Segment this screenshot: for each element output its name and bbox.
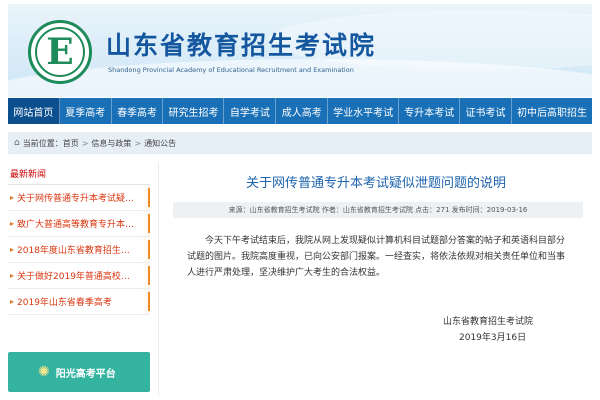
news-item-label: 关于网传普通专升本考试疑似泄题问题的说明 [17, 194, 135, 204]
sidebar: 最新新闻 ▸ 关于网传普通专升本考试疑似泄题问题的说明 ▸ 致广大普通高等教育专… [8, 162, 150, 396]
news-item-label: 关于做好2019年普通高校招生 [17, 272, 136, 282]
item-accent-bar [148, 188, 150, 207]
nav-item-proficiency-exam[interactable]: 学业水平考试 [328, 98, 400, 124]
bullet-arrow-icon: ▸ [10, 193, 15, 202]
bullet-arrow-icon: ▸ [10, 219, 15, 228]
signature-date: 2019年3月16日 [459, 333, 527, 343]
sunshine-platform-label: 阳光高考平台 [55, 368, 116, 380]
news-item-label: 致广大普通高等教育专升本考生的一封信 [17, 220, 135, 230]
news-list: ▸ 关于网传普通专升本考试疑似泄题问题的说明 ▸ 致广大普通高等教育专升本考生的… [8, 185, 150, 315]
main-nav: 网站首页 夏季高考 春季高考 研究生招考 自学考试 成人高考 学业水平考试 专升… [8, 98, 592, 124]
news-item[interactable]: ▸ 关于网传普通专升本考试疑似泄题问题的说明 [8, 185, 150, 211]
nav-item-certificate-exam[interactable]: 证书考试 [460, 98, 512, 124]
breadcrumb-link-policy[interactable]: 信息与政策 [91, 138, 131, 149]
news-item[interactable]: ▸ 关于做好2019年普通高校招生 [8, 263, 150, 289]
breadcrumb-link-notices[interactable]: 通知公告 [144, 138, 176, 149]
news-item[interactable]: ▸ 2018年度山东省教育招生考试院 [8, 237, 150, 263]
news-item[interactable]: ▸ 致广大普通高等教育专升本考生的一封信 [8, 211, 150, 237]
article-body: 今天下午考试结束后，我院从网上发现疑似计算机科目试题部分答案的帖子和英语科目部分… [187, 236, 566, 278]
bullet-arrow-icon: ▸ [10, 245, 15, 254]
nav-item-home[interactable]: 网站首页 [8, 98, 60, 124]
breadcrumb: ⌂ 当前位置： 首页 > 信息与政策 > 通知公告 [8, 132, 592, 154]
article: 关于网传普通专升本考试疑似泄题问题的说明 来源：山东省教育招生考试院 作者：山东… [158, 162, 592, 396]
sidebar-heading: 最新新闻 [8, 162, 150, 185]
item-accent-bar [148, 266, 150, 285]
bullet-arrow-icon: ▸ [10, 297, 15, 306]
news-item-label: 2018年度山东省教育招生考试院 [17, 246, 136, 256]
news-item[interactable]: ▸ 2019年山东省春季高考 [8, 289, 150, 315]
nav-item-upgrade-exam[interactable]: 专升本考试 [399, 98, 461, 124]
nav-item-summer-exam[interactable]: 夏季高考 [60, 98, 112, 124]
nav-item-vocational-admission[interactable]: 初中后高职招生 [512, 98, 592, 124]
item-accent-bar [148, 292, 150, 311]
item-accent-bar [148, 214, 150, 233]
nav-item-spring-exam[interactable]: 春季高考 [112, 98, 164, 124]
bullet-arrow-icon: ▸ [10, 271, 15, 280]
site-subtitle: Shandong Provincial Academy of Education… [108, 66, 354, 74]
article-meta: 来源：山东省教育招生考试院 作者：山东省教育招生考试院 点击：271 发布时间：… [173, 202, 583, 218]
breadcrumb-link-home[interactable]: 首页 [63, 138, 79, 149]
site-title: 山东省教育招生考试院 [106, 31, 377, 60]
nav-item-adult-exam[interactable]: 成人高考 [276, 98, 329, 124]
breadcrumb-separator: > [134, 138, 142, 148]
home-icon: ⌂ [14, 138, 20, 148]
sun-icon: ✺ [38, 364, 50, 380]
site-header: E 山东省教育招生考试院 Shandong Provincial Academy… [8, 4, 592, 97]
nav-item-self-study-exam[interactable]: 自学考试 [224, 98, 277, 124]
breadcrumb-prefix: 当前位置： [22, 138, 63, 148]
site-logo[interactable]: E [28, 20, 92, 84]
item-accent-bar [148, 240, 150, 259]
breadcrumb-separator: > [81, 138, 89, 148]
sunshine-platform-button[interactable]: ✺ 阳光高考平台 [8, 352, 150, 392]
signature-organization: 山东省教育招生考试院 [443, 317, 534, 327]
page-frame: E 山东省教育招生考试院 Shandong Provincial Academy… [8, 4, 592, 396]
news-item-label: 2019年山东省春季高考 [17, 298, 112, 308]
article-title: 关于网传普通专升本考试疑似泄题问题的说明 [245, 176, 506, 191]
nav-item-graduate-exam[interactable]: 研究生招考 [163, 98, 225, 124]
logo-letter: E [46, 31, 74, 73]
